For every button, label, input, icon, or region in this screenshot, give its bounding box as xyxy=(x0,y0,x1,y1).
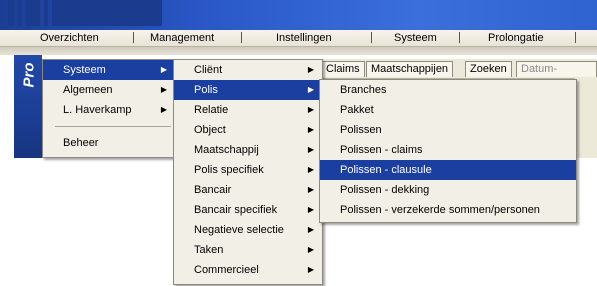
menu-item-label: Polissen - verzekerde sommen/personen xyxy=(340,204,540,216)
menu-bar: Overzichten Management Instellingen Syst… xyxy=(0,30,597,47)
menu-item-bancair[interactable]: Bancair ▶ xyxy=(174,180,322,200)
menu-item-polissen-claims[interactable]: Polissen - claims xyxy=(320,140,576,160)
menu-item-commercieel[interactable]: Commercieel ▶ xyxy=(174,260,322,280)
submenu-arrow-icon: ▶ xyxy=(160,85,167,94)
submenu-arrow-icon: ▶ xyxy=(307,225,314,234)
menu-item-client[interactable]: Cliënt ▶ xyxy=(174,60,322,80)
submenu-arrow-icon: ▶ xyxy=(307,165,314,174)
menu-item-branches[interactable]: Branches xyxy=(320,80,576,100)
menu-item-label: L. Haverkamp xyxy=(63,104,132,116)
menu-item-label: Negatieve selectie xyxy=(194,224,284,236)
menu-item-label: Bancair specifiek xyxy=(194,204,278,216)
submenu-arrow-icon: ▶ xyxy=(307,105,314,114)
title-bar xyxy=(0,0,597,30)
submenu-arrow-icon: ▶ xyxy=(307,205,314,214)
menu-overzichten[interactable]: Overzichten xyxy=(40,31,99,45)
menu-item-systeem[interactable]: Systeem ▶ xyxy=(43,60,175,80)
submenu-arrow-icon: ▶ xyxy=(307,85,314,94)
tab-bar: Claims Maatschappijen Zoeken Datum-plann… xyxy=(320,59,597,90)
menu-item-label: Relatie xyxy=(194,104,229,116)
menu-item-pakket[interactable]: Pakket xyxy=(320,100,576,120)
tab-zoeken[interactable]: Zoeken xyxy=(465,61,512,77)
menu-item-negatieve-selectie[interactable]: Negatieve selectie ▶ xyxy=(174,220,322,240)
submenu-arrow-icon: ▶ xyxy=(307,145,314,154)
menu-separator xyxy=(55,126,171,127)
menu-item-relatie[interactable]: Relatie ▶ xyxy=(174,100,322,120)
submenu-arrow-icon: ▶ xyxy=(307,265,314,274)
toolbar-strip xyxy=(0,47,597,55)
menu-systeem[interactable]: Systeem xyxy=(394,31,437,45)
submenu-arrow-icon: ▶ xyxy=(307,245,314,254)
menu-management[interactable]: Management xyxy=(150,31,214,45)
tab-maatschappijen[interactable]: Maatschappijen xyxy=(366,61,454,77)
menu-item-label: Cliënt xyxy=(194,64,223,76)
submenu-arrow-icon: ▶ xyxy=(307,125,314,134)
menu-item-polissen-dekking[interactable]: Polissen - dekking xyxy=(320,180,576,200)
menu-item-label: Polis xyxy=(194,84,218,96)
menu-item-polissen-clausule[interactable]: Polissen - clausule xyxy=(320,160,576,180)
submenu-arrow-icon: ▶ xyxy=(160,65,167,74)
menu-item-polis[interactable]: Polis ▶ xyxy=(174,80,322,100)
menu-item-label: Bancair xyxy=(194,184,232,196)
menu-item-label: Branches xyxy=(340,84,387,96)
menu-item-polissen-verzekerde-sommen[interactable]: Polissen - verzekerde sommen/personen xyxy=(320,200,576,220)
pro-logo-panel: Pro xyxy=(14,55,42,158)
menu-item-label: Taken xyxy=(194,244,224,256)
menu-prolongatie[interactable]: Prolongatie xyxy=(488,31,544,45)
menu-item-label: Maatschappij xyxy=(194,144,259,156)
menu-item-bancair-specifiek[interactable]: Bancair specifiek ▶ xyxy=(174,200,322,220)
menu-item-taken[interactable]: Taken ▶ xyxy=(174,240,322,260)
menu-item-label: Pakket xyxy=(340,104,374,116)
menu-item-label: Polissen - dekking xyxy=(340,184,430,196)
menu-item-label: Polissen - clausule xyxy=(340,164,432,176)
menu-item-algemeen[interactable]: Algemeen ▶ xyxy=(43,80,175,100)
menu-instellingen[interactable]: Instellingen xyxy=(276,31,332,45)
tab-claims[interactable]: Claims xyxy=(321,61,365,77)
menu-item-polissen[interactable]: Polissen xyxy=(320,120,576,140)
menu-item-label: Object xyxy=(194,124,226,136)
menu-item-polis-specifiek[interactable]: Polis specifiek ▶ xyxy=(174,160,322,180)
menu-item-label: Polissen xyxy=(340,124,382,136)
menu-item-label: Commercieel xyxy=(194,264,259,276)
menu-item-object[interactable]: Object ▶ xyxy=(174,120,322,140)
menu-item-maatschappij[interactable]: Maatschappij ▶ xyxy=(174,140,322,160)
menu-item-label: Polissen - claims xyxy=(340,144,423,156)
tab-datum-planner[interactable]: Datum-planner xyxy=(516,61,597,90)
menu-item-l-haverkamp[interactable]: L. Haverkamp ▶ xyxy=(43,100,175,120)
pro-logo: Pro xyxy=(20,62,38,88)
start-menu: Systeem ▶ Algemeen ▶ L. Haverkamp ▶ Behe… xyxy=(42,59,176,158)
menu-item-label: Beheer xyxy=(63,137,99,149)
menu-item-beheer[interactable]: Beheer xyxy=(43,133,175,153)
submenu-arrow-icon: ▶ xyxy=(307,185,314,194)
menu-item-label: Algemeen xyxy=(63,84,113,96)
submenu-arrow-icon: ▶ xyxy=(307,65,314,74)
submenu-arrow-icon: ▶ xyxy=(160,105,167,114)
systeem-submenu: Cliënt ▶ Polis ▶ Relatie ▶ Object ▶ Maatscha… xyxy=(173,59,323,285)
polis-submenu: Branches Pakket Polissen Polissen - clai… xyxy=(319,79,577,223)
menu-item-label: Systeem xyxy=(63,64,106,76)
background-panel xyxy=(575,78,597,158)
menu-item-label: Polis specifiek xyxy=(194,164,264,176)
